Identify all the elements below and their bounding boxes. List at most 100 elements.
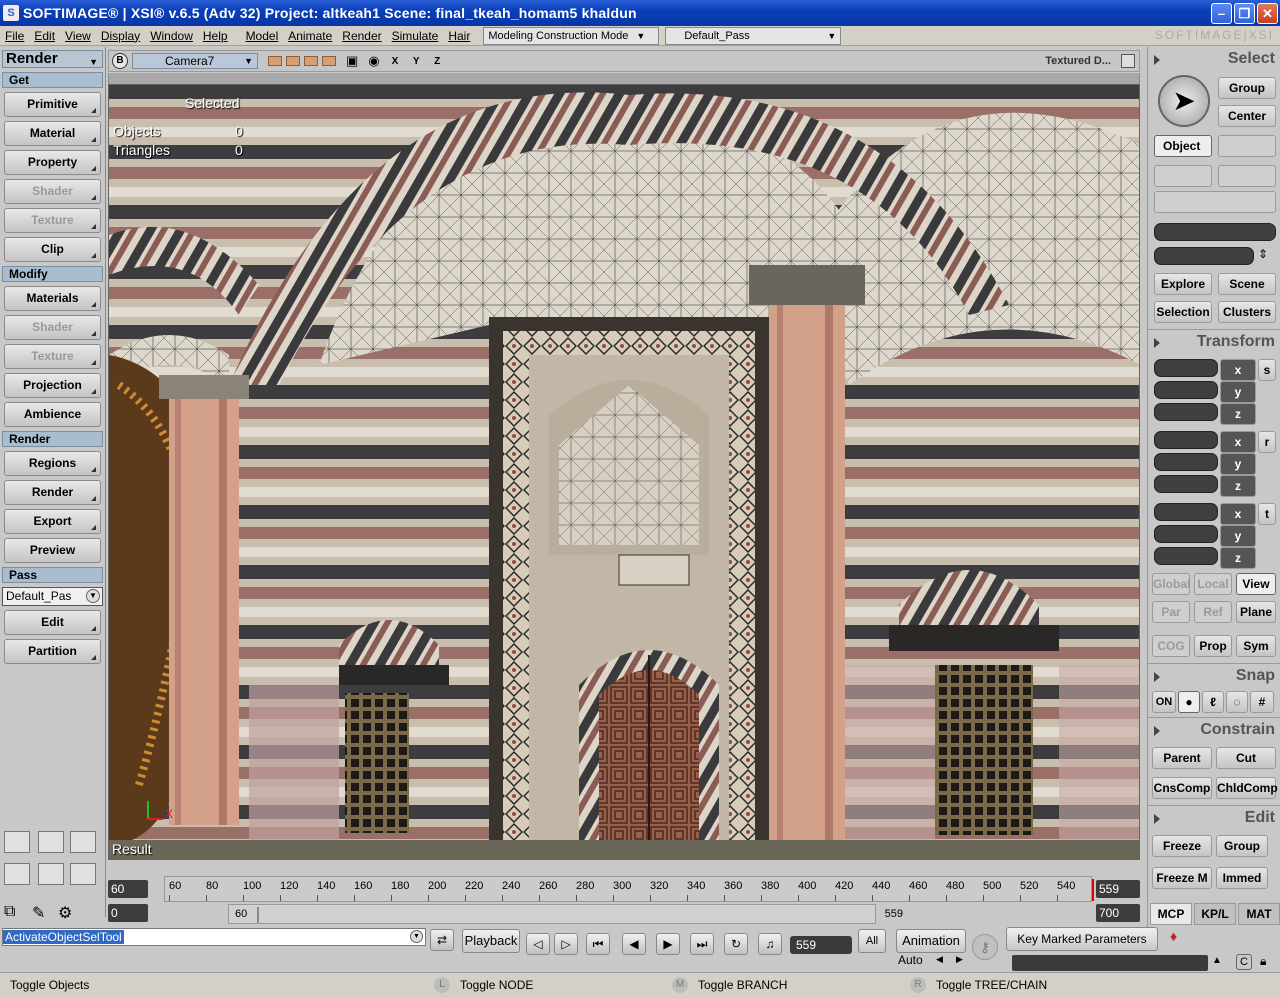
cut-button[interactable]: Cut — [1216, 747, 1276, 769]
playback-button[interactable]: Playback — [462, 929, 520, 953]
edit-group-button[interactable]: Group — [1216, 835, 1268, 857]
tab-kpl[interactable]: KP/L — [1194, 903, 1236, 925]
center-select-button[interactable]: Center — [1218, 105, 1276, 127]
par-button[interactable]: Par — [1152, 601, 1190, 623]
timeline-ruler[interactable]: 60 80 100 120 140 160 180 200 220 240 260 280 300 320… — [164, 876, 1095, 902]
tab-mcp[interactable]: MCP — [1150, 903, 1192, 925]
viewport-tool-3[interactable] — [304, 56, 318, 66]
transform-title[interactable]: Transform — [1148, 329, 1280, 353]
scene-icon[interactable]: ⧉ — [4, 903, 15, 921]
current-frame-field[interactable]: 559 — [790, 936, 852, 954]
scroll-up-icon[interactable]: ▲ — [1212, 955, 1222, 966]
scale-y-axis[interactable]: y — [1220, 381, 1256, 403]
scale-y-field[interactable] — [1154, 381, 1218, 399]
key-icon[interactable]: ⚷ — [972, 934, 998, 960]
maximize-viewport-icon[interactable] — [1121, 54, 1135, 68]
materials-button[interactable]: Materials — [4, 286, 101, 311]
export-button[interactable]: Export — [4, 509, 101, 534]
selection-button[interactable]: Selection — [1154, 301, 1212, 323]
global-button[interactable]: Global — [1152, 573, 1190, 595]
translate-y-field[interactable] — [1154, 525, 1218, 543]
next-key-icon[interactable]: ▷ — [554, 933, 578, 955]
selection-name-field[interactable] — [1154, 223, 1276, 241]
translate-tool-button[interactable]: t — [1258, 503, 1276, 525]
copy-icon[interactable]: C — [1236, 954, 1252, 970]
translate-y-axis[interactable]: y — [1220, 525, 1256, 547]
layout-single-icon[interactable] — [38, 863, 64, 885]
menu-view[interactable]: View — [60, 29, 96, 43]
select-empty-1[interactable] — [1218, 135, 1276, 157]
camera-viewport[interactable]: Selected Objects 0 Triangles 0 Result X — [108, 84, 1140, 860]
viewport-tool-1[interactable] — [268, 56, 282, 66]
cog-button[interactable]: COG — [1152, 635, 1190, 657]
layout-quad-icon[interactable] — [70, 831, 96, 853]
scale-tool-button[interactable]: s — [1258, 359, 1276, 381]
preview-button[interactable]: Preview — [4, 538, 101, 563]
menu-render[interactable]: Render — [337, 29, 386, 43]
layout-split-icon[interactable] — [38, 831, 64, 853]
rotate-x-axis[interactable]: x — [1220, 431, 1256, 453]
play-forward-icon[interactable]: ▶ — [656, 933, 680, 955]
camera-icon[interactable]: ▣ — [346, 53, 358, 69]
pass-combo[interactable]: Default_Pas ▼ — [2, 587, 103, 606]
construction-mode-select[interactable]: Modeling Construction Mode ▼ — [483, 26, 660, 45]
local-button[interactable]: Local — [1194, 573, 1232, 595]
snap-grid-icon[interactable]: # — [1250, 691, 1274, 713]
audio-icon[interactable]: ♫ — [758, 933, 782, 955]
select-empty-2[interactable] — [1154, 165, 1212, 187]
range-slider[interactable]: 60 559 — [228, 904, 903, 924]
modify-texture-button[interactable]: Texture — [4, 344, 101, 369]
menu-hair[interactable]: Hair — [443, 29, 475, 43]
timeline-playhead[interactable] — [1092, 879, 1095, 901]
snap-title[interactable]: Snap — [1148, 663, 1280, 687]
plane-button[interactable]: Plane — [1236, 601, 1276, 623]
snap-point-icon[interactable]: ● — [1178, 691, 1200, 713]
menu-animate[interactable]: Animate — [283, 29, 337, 43]
freeze-m-button[interactable]: Freeze M — [1152, 867, 1212, 889]
viewport-b-button[interactable]: B — [112, 53, 128, 69]
scale-x-field[interactable] — [1154, 359, 1218, 377]
projection-button[interactable]: Projection — [4, 373, 101, 398]
timeline-end-field[interactable]: 559 — [1096, 880, 1140, 898]
title-bar[interactable]: S SOFTIMAGE® | XSI® v.6.5 (Adv 32) Proje… — [0, 0, 1280, 26]
group-select-button[interactable]: Group — [1218, 77, 1276, 99]
property-button[interactable]: Property — [4, 150, 101, 175]
render-button[interactable]: Render — [4, 480, 101, 505]
animation-button[interactable]: Animation — [896, 929, 966, 953]
select-empty-3[interactable] — [1218, 165, 1276, 187]
prop-button[interactable]: Prop — [1194, 635, 1232, 657]
camera-select[interactable]: Camera7 ▼ — [132, 53, 258, 69]
select-title[interactable]: Select — [1148, 47, 1280, 71]
rotate-z-axis[interactable]: z — [1220, 475, 1256, 497]
partition-button[interactable]: Partition — [4, 639, 101, 664]
menu-help[interactable]: Help — [198, 29, 233, 43]
axis-toggles[interactable]: X Y Z — [392, 56, 447, 67]
sym-button[interactable]: Sym — [1236, 635, 1276, 657]
render-tree-icon[interactable]: ⚙ — [58, 903, 72, 923]
parent-button[interactable]: Parent — [1152, 747, 1212, 769]
rotate-z-field[interactable] — [1154, 475, 1218, 493]
translate-x-axis[interactable]: x — [1220, 503, 1256, 525]
scene-button[interactable]: Scene — [1218, 273, 1276, 295]
constrain-title[interactable]: Constrain — [1148, 717, 1280, 741]
explore-button[interactable]: Explore — [1154, 273, 1212, 295]
pass-edit-button[interactable]: Edit — [4, 610, 101, 635]
freeze-button[interactable]: Freeze — [1152, 835, 1212, 857]
loop-icon[interactable]: ↻ — [724, 933, 748, 955]
object-select-button[interactable]: Object — [1154, 135, 1212, 157]
rotate-y-field[interactable] — [1154, 453, 1218, 471]
scale-z-axis[interactable]: z — [1220, 403, 1256, 425]
clip-button[interactable]: Clip — [4, 237, 101, 262]
layout-graph-icon[interactable] — [4, 831, 30, 853]
display-mode-select[interactable]: Textured D... — [1045, 55, 1111, 67]
auto-key-label[interactable]: Auto — [898, 953, 923, 967]
translate-z-axis[interactable]: z — [1220, 547, 1256, 569]
immed-button[interactable]: Immed — [1216, 867, 1268, 889]
layout-explorer-icon[interactable] — [4, 863, 30, 885]
view-button[interactable]: View — [1236, 573, 1276, 595]
viewport-tool-2[interactable] — [286, 56, 300, 66]
modify-shader-button[interactable]: Shader — [4, 315, 101, 340]
scale-x-axis[interactable]: x — [1220, 359, 1256, 381]
layout-dual-icon[interactable] — [70, 863, 96, 885]
menu-model[interactable]: Model — [241, 29, 284, 43]
